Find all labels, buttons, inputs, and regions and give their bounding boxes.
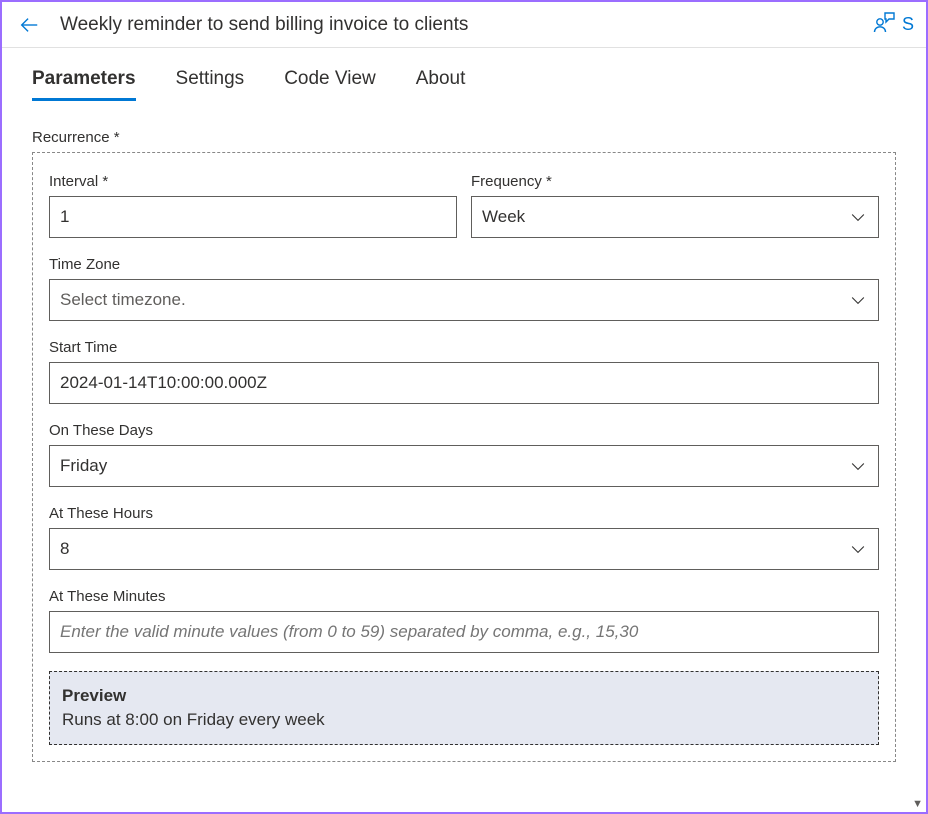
at-hours-label: At These Hours [49,505,879,522]
main-scroll[interactable]: Parameters Settings Code View About Recu… [2,48,926,810]
timezone-select[interactable]: Select timezone. [49,279,879,321]
at-hours-value: 8 [60,539,848,559]
frequency-value: Week [482,207,848,227]
frequency-label: Frequency * [471,173,879,190]
person-feedback-icon [872,10,896,34]
preview-panel: Preview Runs at 8:00 on Friday every wee… [49,671,879,745]
start-time-label: Start Time [49,339,879,356]
timezone-placeholder: Select timezone. [60,290,848,310]
start-time-input[interactable] [49,362,879,404]
preview-text: Runs at 8:00 on Friday every week [62,710,866,730]
at-hours-select[interactable]: 8 [49,528,879,570]
page-title: Weekly reminder to send billing invoice … [60,14,468,36]
frequency-select[interactable]: Week [471,196,879,238]
on-days-select[interactable]: Friday [49,445,879,487]
on-days-value: Friday [60,456,848,476]
at-minutes-input[interactable] [49,611,879,653]
tab-code-view[interactable]: Code View [284,68,376,101]
chevron-down-icon [848,456,868,476]
truncated-text: S [902,14,914,35]
tab-settings[interactable]: Settings [176,68,245,101]
recurrence-section-label: Recurrence * [32,129,896,146]
chevron-down-icon [848,539,868,559]
recurrence-fieldset: Interval * Frequency * Week Time Zone Se… [32,152,896,762]
interval-input[interactable] [49,196,457,238]
chevron-down-icon [848,207,868,227]
at-minutes-label: At These Minutes [49,588,879,605]
arrow-left-icon [18,14,40,36]
on-days-label: On These Days [49,422,879,439]
page-header: Weekly reminder to send billing invoice … [2,2,926,48]
content-area: Parameters Settings Code View About Recu… [2,48,926,792]
interval-label: Interval * [49,173,457,190]
back-button[interactable] [14,10,44,40]
chevron-down-icon [848,290,868,310]
tab-parameters[interactable]: Parameters [32,68,136,101]
tab-about[interactable]: About [416,68,466,101]
preview-title: Preview [62,686,866,706]
tab-bar: Parameters Settings Code View About [32,68,896,101]
feedback-button[interactable] [868,6,900,43]
timezone-label: Time Zone [49,256,879,273]
header-actions: S [868,6,914,43]
